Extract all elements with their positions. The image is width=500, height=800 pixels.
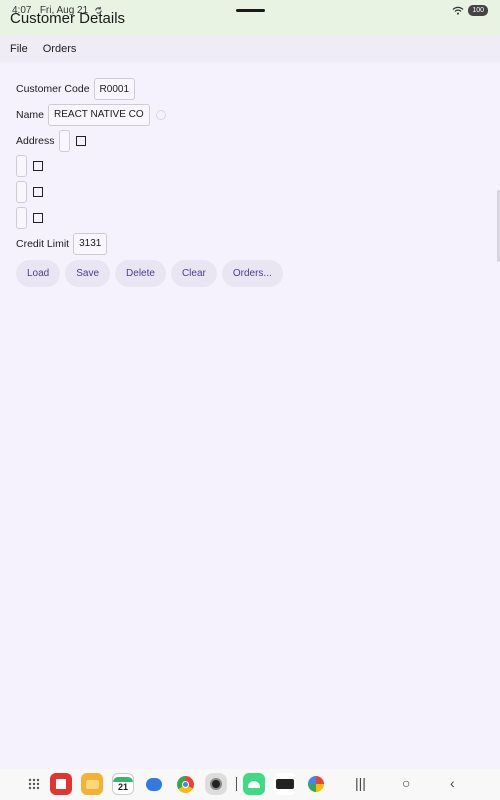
app-drawer-icon[interactable]: [23, 773, 45, 795]
folder-icon[interactable]: [81, 773, 103, 795]
menu-orders[interactable]: Orders: [43, 43, 77, 55]
address-line-2-input[interactable]: [16, 155, 27, 178]
status-and-title-bar: 4:07 Fri, Aug 21 Customer Details 100: [0, 0, 500, 36]
app-title: Customer Details: [10, 10, 126, 27]
address-row-4: [16, 206, 316, 229]
loading-indicator-icon: [155, 109, 166, 120]
address-line-4-checkbox[interactable]: [33, 212, 43, 223]
recent-apps-icon[interactable]: |||: [355, 775, 366, 791]
credit-limit-row: Credit Limit 3131: [16, 232, 316, 255]
address-line-1-checkbox[interactable]: [75, 135, 86, 146]
customer-code-row: Customer Code R0001: [16, 78, 316, 100]
address-line-1-input[interactable]: [58, 129, 70, 152]
home-icon[interactable]: ○: [402, 775, 410, 791]
address-row-2: [16, 155, 316, 178]
menu-bar: File Orders: [0, 36, 500, 62]
battery-icon: 100: [468, 5, 488, 16]
calendar-day: 21: [117, 781, 128, 792]
load-button[interactable]: Load: [16, 260, 61, 287]
credit-limit-input[interactable]: 3131: [73, 232, 108, 255]
address-row-3: [16, 181, 316, 204]
address-line-3-input[interactable]: [16, 181, 27, 204]
address-line-2-checkbox[interactable]: [33, 161, 43, 172]
navigation-bar: 21 ||| ○ ‹: [0, 769, 500, 800]
name-label: Name: [16, 108, 45, 121]
name-input[interactable]: REACT NATIVE CO: [48, 103, 150, 126]
customer-code-input[interactable]: R0001: [93, 78, 135, 100]
address-label: Address: [16, 134, 55, 147]
customer-code-label: Customer Code: [16, 83, 90, 95]
photos-icon[interactable]: [305, 773, 327, 795]
android-studio-icon[interactable]: [243, 773, 265, 795]
camera-icon[interactable]: [205, 773, 227, 795]
clear-button[interactable]: Clear: [170, 260, 217, 287]
wifi-icon: [452, 6, 464, 15]
back-icon[interactable]: ‹: [450, 775, 455, 791]
messages-icon[interactable]: [143, 773, 165, 795]
calendar-icon[interactable]: 21: [112, 773, 134, 795]
taskbar-divider: [236, 777, 237, 791]
action-buttons: Load Save Delete Clear Orders...: [16, 260, 283, 287]
address-line-4-input[interactable]: [16, 206, 27, 229]
address-line-3-checkbox[interactable]: [33, 187, 43, 198]
customer-form: Customer Code R0001 Name REACT NATIVE CO…: [16, 78, 316, 259]
save-button[interactable]: Save: [65, 260, 111, 287]
menu-file[interactable]: File: [10, 43, 28, 55]
name-row: Name REACT NATIVE CO: [16, 103, 316, 126]
address-row-1: Address: [16, 129, 316, 152]
drag-handle[interactable]: [236, 9, 265, 12]
flipboard-icon[interactable]: [50, 773, 72, 795]
delete-button[interactable]: Delete: [115, 260, 166, 287]
mobile-cobol-icon[interactable]: [274, 773, 296, 795]
status-icons: 100: [452, 5, 488, 16]
credit-limit-label: Credit Limit: [16, 237, 70, 250]
chrome-icon[interactable]: [174, 773, 196, 795]
orders-button[interactable]: Orders...: [221, 260, 283, 287]
